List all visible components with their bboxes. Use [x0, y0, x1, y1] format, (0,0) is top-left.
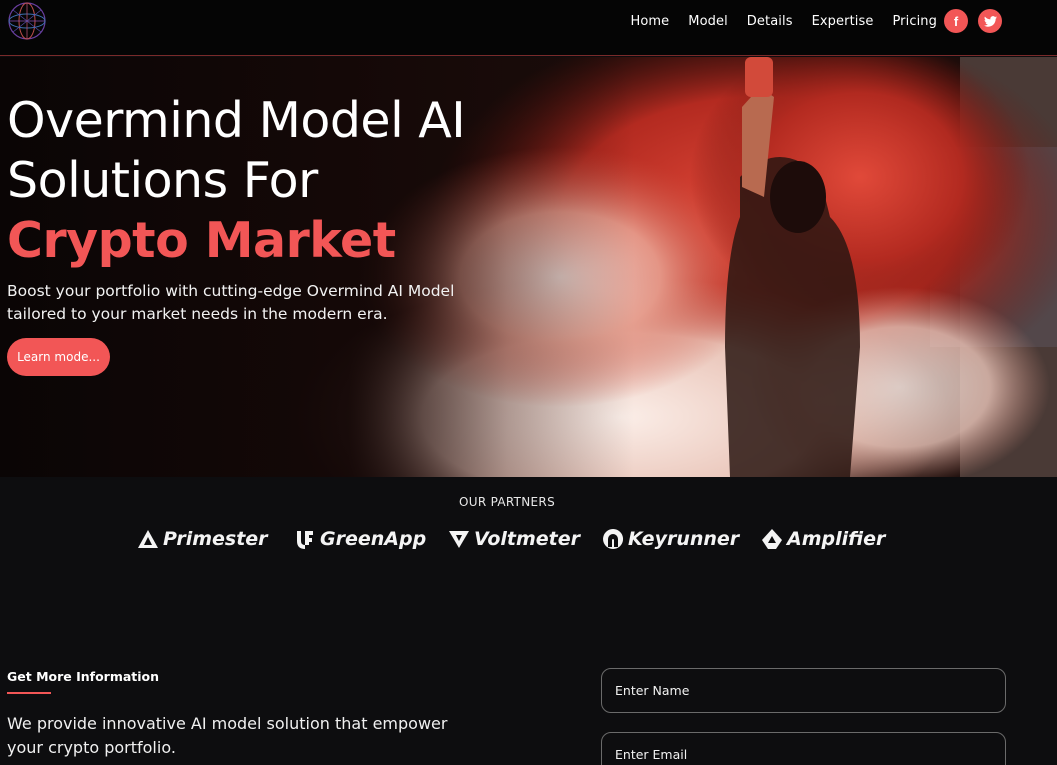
nav-link-pricing[interactable]: Pricing [892, 14, 937, 29]
partners-section: OUR PARTNERS Primester GreenApp Voltmete… [0, 477, 1057, 617]
partner-voltmeter[interactable]: Voltmeter [448, 526, 580, 552]
learn-more-button[interactable]: Learn mode... [7, 338, 110, 376]
hero-title-line2: Solutions For [7, 152, 318, 209]
nav-links: Home Model Details Expertise Pricing [611, 0, 937, 42]
hero-title: Overmind Model AI Solutions For Crypto M… [7, 91, 567, 271]
partner-name: Keyrunner [628, 528, 740, 550]
top-navbar: Home Model Details Expertise Pricing f [0, 0, 1057, 56]
greenapp-logo-icon [297, 531, 313, 549]
hero-subtitle: Boost your portfolio with cutting-edge O… [7, 282, 455, 323]
twitter-bird-glyph [983, 15, 997, 27]
partners-heading: OUR PARTNERS [459, 495, 555, 509]
hero-title-accent: Crypto Market [7, 212, 396, 269]
partner-greenapp[interactable]: GreenApp [294, 526, 426, 552]
facebook-glyph: f [953, 13, 959, 29]
amplifier-logo-icon [762, 529, 782, 549]
info-divider [7, 692, 51, 694]
partner-name: Primester [163, 528, 268, 550]
globe-logo-icon[interactable] [7, 1, 47, 41]
partner-name: Voltmeter [474, 528, 580, 550]
facebook-icon[interactable]: f [944, 9, 968, 33]
twitter-icon[interactable] [978, 9, 1002, 33]
name-input[interactable] [601, 668, 1006, 713]
partner-primester[interactable]: Primester [137, 526, 268, 552]
nav-link-model[interactable]: Model [688, 14, 728, 29]
primester-logo-icon [138, 530, 158, 548]
nav-link-expertise[interactable]: Expertise [812, 14, 874, 29]
hero-title-line1: Overmind Model AI [7, 92, 466, 149]
nav-link-home[interactable]: Home [630, 14, 669, 29]
partner-name: Amplifier [787, 528, 886, 550]
partner-amplifier[interactable]: Amplifier [761, 526, 885, 552]
voltmeter-logo-icon [449, 531, 469, 548]
email-input[interactable] [601, 732, 1006, 765]
nav-link-details[interactable]: Details [747, 14, 793, 29]
keyrunner-logo-icon [603, 529, 624, 549]
partner-keyrunner[interactable]: Keyrunner [602, 526, 739, 552]
partner-name: GreenApp [320, 528, 427, 550]
hero-section: Overmind Model AI Solutions For Crypto M… [0, 57, 1057, 477]
info-heading: Get More Information [7, 669, 160, 684]
info-text: We provide innovative AI model solution … [7, 714, 448, 757]
